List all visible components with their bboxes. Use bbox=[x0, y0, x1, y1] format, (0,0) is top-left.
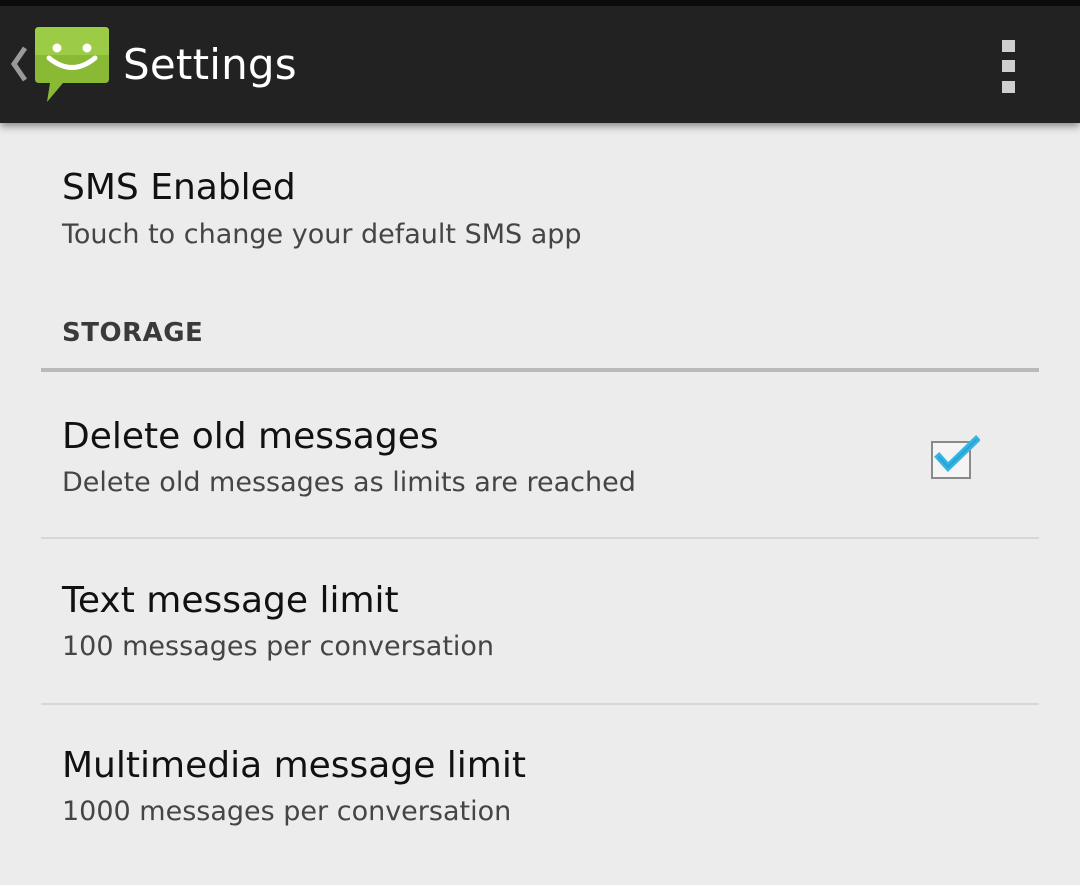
pref-summary: Touch to change your default SMS app bbox=[62, 219, 582, 250]
category-divider bbox=[41, 368, 1039, 372]
delete-old-messages-checkbox[interactable] bbox=[930, 435, 980, 481]
overflow-menu-button[interactable] bbox=[982, 28, 1038, 104]
pref-summary: Delete old messages as limits are reache… bbox=[62, 467, 636, 498]
pref-sms-enabled[interactable]: SMS Enabled Touch to change your default… bbox=[0, 123, 1080, 283]
page-title: Settings bbox=[123, 40, 297, 89]
chevron-left-icon bbox=[10, 46, 28, 82]
pref-summary: 1000 messages per conversation bbox=[62, 796, 512, 827]
action-bar: Settings bbox=[0, 6, 1080, 123]
pref-title: Text message limit bbox=[62, 580, 399, 621]
overflow-menu-icon-dot bbox=[1002, 60, 1015, 72]
up-navigation-button[interactable]: Settings bbox=[0, 6, 300, 123]
pref-title: Multimedia message limit bbox=[62, 745, 526, 786]
pref-summary: 100 messages per conversation bbox=[62, 631, 495, 662]
overflow-menu-icon-dot bbox=[1002, 81, 1015, 93]
pref-title: SMS Enabled bbox=[62, 167, 296, 208]
pref-text-message-limit[interactable]: Text message limit 100 messages per conv… bbox=[0, 539, 1080, 703]
category-storage: STORAGE bbox=[62, 318, 204, 348]
pref-title: Delete old messages bbox=[62, 416, 439, 457]
settings-list: SMS Enabled Touch to change your default… bbox=[0, 123, 1080, 885]
pref-delete-old-messages[interactable]: Delete old messages Delete old messages … bbox=[0, 373, 1080, 537]
messaging-app-icon bbox=[35, 27, 109, 102]
overflow-menu-icon bbox=[1002, 40, 1015, 52]
pref-multimedia-message-limit[interactable]: Multimedia message limit 1000 messages p… bbox=[0, 705, 1080, 869]
